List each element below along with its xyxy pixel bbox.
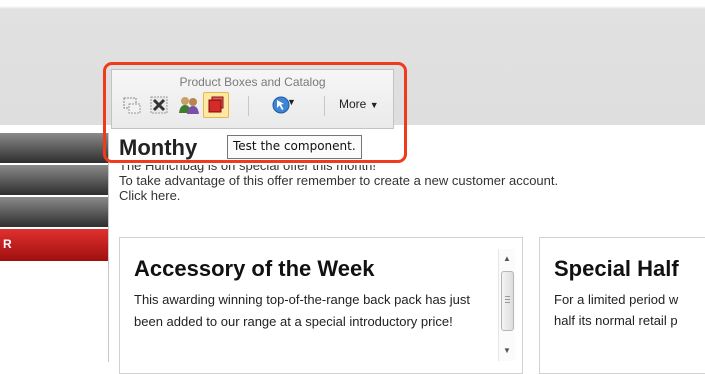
left-navigation: R: [0, 133, 108, 263]
box-title: Special Half: [554, 256, 679, 281]
nav-item-3[interactable]: [0, 197, 108, 227]
grip-line: [505, 299, 510, 300]
box-title: Accessory of the Week: [134, 256, 375, 281]
box-text: For a limited period w half its normal r…: [554, 289, 705, 331]
box-text-line: For a limited period w: [554, 292, 679, 307]
box-text-line: half its normal retail p: [554, 313, 678, 328]
scroll-thumb[interactable]: [501, 271, 514, 331]
nav-item-1[interactable]: [0, 133, 108, 163]
grip-line: [505, 302, 510, 303]
box-scrollbar[interactable]: ▲ ▼: [498, 249, 515, 361]
nav-item-active[interactable]: R: [0, 229, 108, 261]
highlight-outline: [103, 62, 407, 163]
box-text: This awarding winning top-of-the-range b…: [134, 292, 471, 329]
nav-item-2[interactable]: [0, 165, 108, 195]
scroll-up-arrow-icon[interactable]: ▲: [499, 252, 515, 266]
promo-line-2: To take advantage of this offer remember…: [119, 173, 559, 188]
promo-line-1: The Hunchbag is on special offer this mo…: [119, 165, 377, 173]
main-content: Monthy The Hunchbag is on special offer …: [108, 133, 705, 374]
accessory-of-week-box: Accessory of the Week This awarding winn…: [119, 237, 523, 374]
special-half-box: Special Half For a limited period w half…: [539, 237, 705, 374]
promo-click-here-link[interactable]: Click here.: [119, 188, 558, 203]
grip-line: [505, 296, 510, 297]
scroll-down-arrow-icon[interactable]: ▼: [499, 344, 515, 358]
promo-text: The Hunchbag is on special offer this mo…: [119, 165, 558, 203]
